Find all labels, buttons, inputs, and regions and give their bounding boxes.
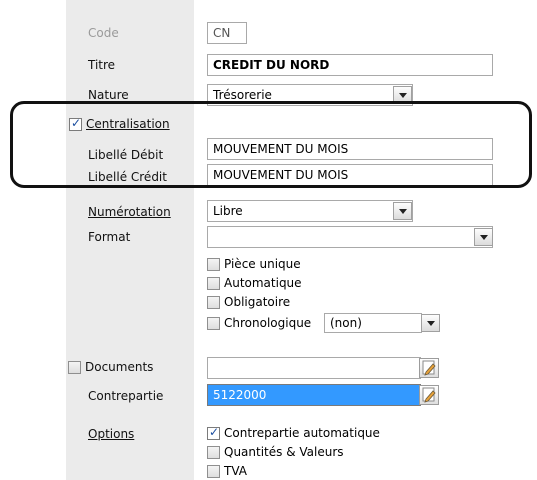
obligatoire-checkbox[interactable] — [207, 296, 220, 309]
nature-label: Nature — [88, 88, 129, 102]
obligatoire-label: Obligatoire — [224, 295, 291, 309]
pencil-icon — [422, 360, 436, 376]
documents-label: Documents — [85, 360, 154, 374]
numerotation-label[interactable]: Numérotation — [88, 204, 171, 220]
titre-label: Titre — [88, 58, 116, 72]
nature-dropdown-icon[interactable] — [393, 86, 412, 104]
check-icon: ✓ — [71, 116, 82, 130]
contrepartie-auto-label: Contrepartie automatique — [224, 426, 380, 440]
libelle-debit-label: Libellé Débit — [88, 148, 164, 162]
libelle-credit-label: Libellé Crédit — [88, 170, 167, 184]
numerotation-select[interactable]: Libre — [207, 200, 413, 222]
automatique-label: Automatique — [224, 276, 302, 290]
pencil-icon — [422, 387, 436, 403]
quantites-valeurs-label: Quantités & Valeurs — [224, 445, 344, 459]
libelle-credit-field[interactable]: MOUVEMENT DU MOIS — [207, 164, 493, 186]
libelle-debit-field[interactable]: MOUVEMENT DU MOIS — [207, 138, 493, 160]
contrepartie-auto-checkbox[interactable]: ✓ — [207, 425, 220, 440]
automatique-checkbox[interactable] — [207, 277, 220, 290]
options-label[interactable]: Options — [88, 426, 134, 442]
contrepartie-lookup-button[interactable] — [419, 385, 439, 405]
chronologique-checkbox[interactable] — [207, 317, 220, 330]
format-select[interactable] — [207, 226, 493, 248]
chronologique-dropdown-icon[interactable] — [421, 314, 440, 332]
check-icon: ✓ — [209, 425, 220, 439]
centralisation-label[interactable]: Centralisation — [86, 116, 170, 132]
piece-unique-checkbox[interactable] — [207, 258, 220, 271]
chronologique-value: (non) — [330, 316, 362, 330]
code-field[interactable]: CN — [207, 22, 247, 44]
contrepartie-label: Contrepartie — [88, 389, 164, 403]
numerotation-value: Libre — [213, 204, 243, 218]
documents-checkbox[interactable] — [68, 361, 81, 374]
piece-unique-label: Pièce unique — [224, 257, 301, 271]
titre-field[interactable]: CREDIT DU NORD — [207, 54, 493, 76]
code-label: Code — [88, 26, 119, 40]
tva-label: TVA — [224, 464, 247, 478]
centralisation-checkbox[interactable]: ✓ — [69, 116, 82, 131]
documents-field[interactable] — [207, 357, 421, 379]
format-dropdown-icon[interactable] — [474, 228, 493, 246]
numerotation-dropdown-icon[interactable] — [393, 202, 412, 220]
contrepartie-field[interactable]: 5122000 — [207, 384, 421, 406]
format-label: Format — [88, 230, 131, 244]
chronologique-label: Chronologique — [224, 316, 312, 330]
tva-checkbox[interactable] — [207, 465, 220, 478]
documents-lookup-button[interactable] — [419, 358, 439, 378]
nature-select[interactable]: Trésorerie — [207, 84, 413, 106]
quantites-valeurs-checkbox[interactable] — [207, 446, 220, 459]
chronologique-select[interactable]: (non) — [324, 313, 422, 333]
nature-value: Trésorerie — [213, 88, 272, 102]
